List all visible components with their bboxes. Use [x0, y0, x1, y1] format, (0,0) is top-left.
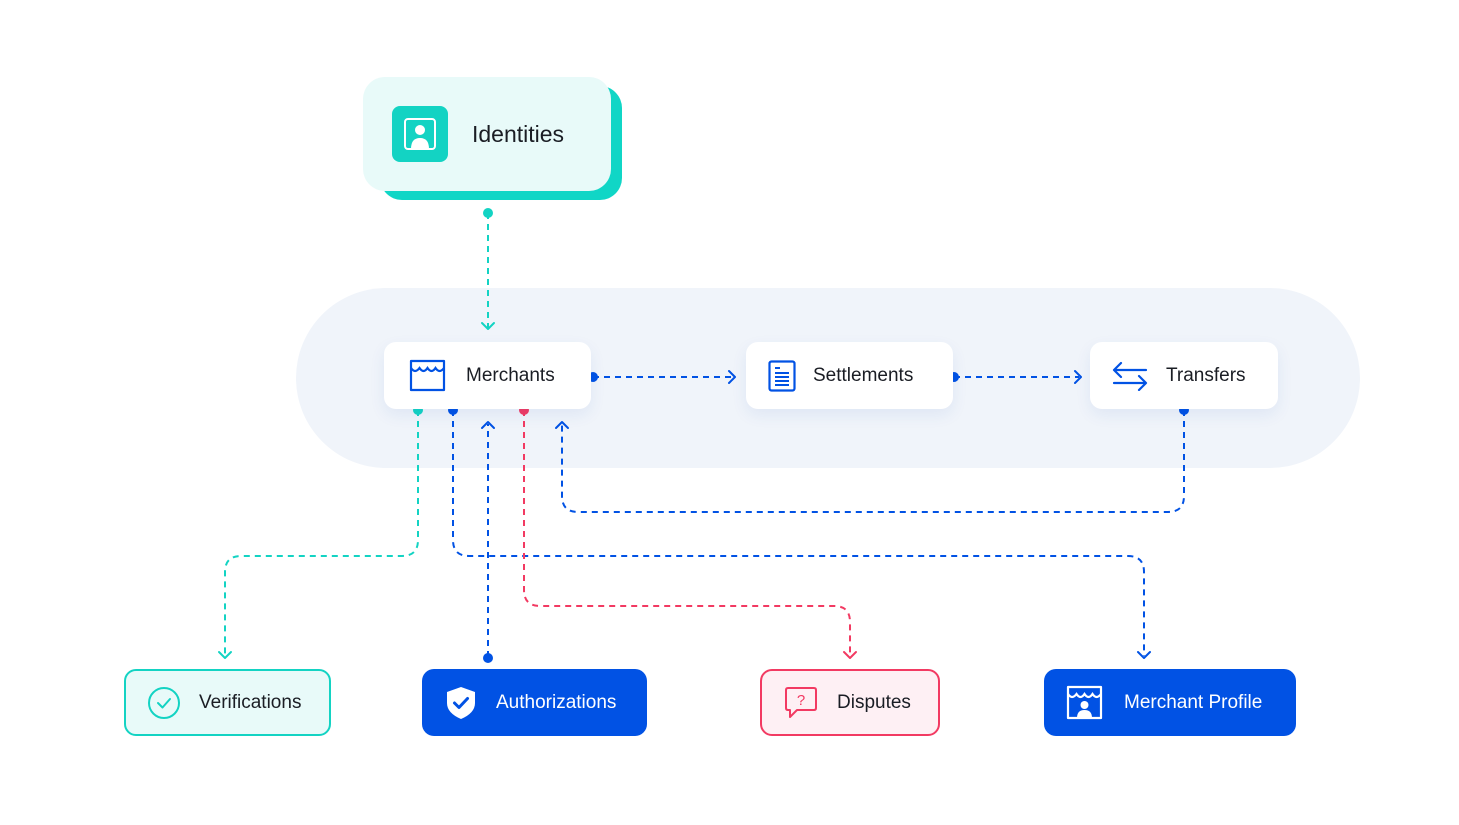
- identities-label: Identities: [472, 120, 565, 147]
- authorizations-label: Authorizations: [496, 691, 617, 713]
- settlements-label: Settlements: [813, 364, 914, 386]
- merchant-profile-label: Merchant Profile: [1124, 691, 1263, 713]
- svg-text:?: ?: [797, 692, 805, 709]
- connector-dot: [483, 653, 493, 663]
- disputes-node[interactable]: ? Disputes: [760, 669, 940, 736]
- connector-dot: [483, 208, 493, 218]
- transfers-label: Transfers: [1166, 364, 1246, 386]
- disputes-label: Disputes: [837, 691, 911, 713]
- identities-node[interactable]: Identities: [363, 77, 611, 191]
- transfer-arrows-icon: [1112, 361, 1148, 391]
- document-icon: [768, 359, 796, 392]
- shield-check-icon: [446, 686, 476, 720]
- merchants-label: Merchants: [466, 364, 555, 386]
- arrowhead-down: [1137, 651, 1151, 659]
- question-bubble-icon: ?: [784, 686, 818, 720]
- merchant-profile-node[interactable]: Merchant Profile: [1044, 669, 1296, 736]
- verifications-node[interactable]: Verifications: [124, 669, 331, 736]
- merchants-node[interactable]: Merchants: [384, 342, 591, 409]
- check-circle-icon: [147, 686, 181, 720]
- authorizations-node[interactable]: Authorizations: [422, 669, 647, 736]
- storefront-person-icon: [1066, 685, 1103, 720]
- transfers-node[interactable]: Transfers: [1090, 342, 1278, 409]
- arrowhead-down: [843, 651, 857, 659]
- arrowhead-down: [218, 651, 232, 659]
- identity-card-icon: [392, 106, 448, 162]
- storefront-icon: [409, 359, 446, 392]
- settlements-node[interactable]: Settlements: [746, 342, 953, 409]
- verifications-label: Verifications: [199, 691, 302, 713]
